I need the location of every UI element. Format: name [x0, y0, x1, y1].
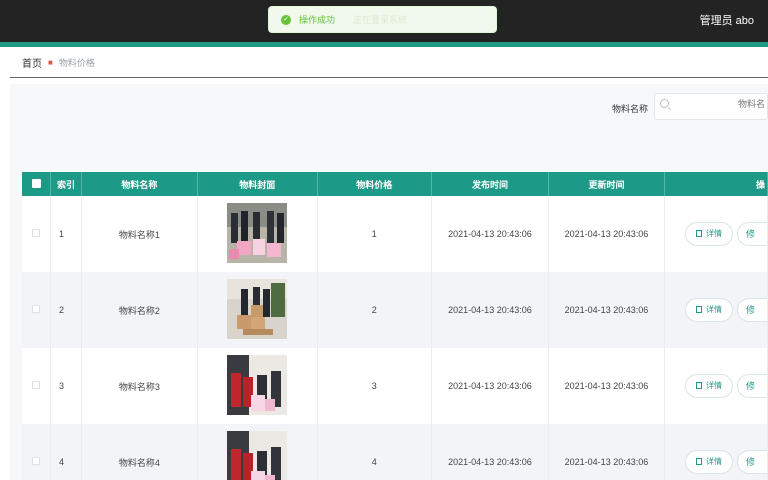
header-published: 发布时间 [431, 172, 549, 196]
row-cover-cell [197, 424, 318, 480]
cover-image[interactable] [227, 203, 288, 263]
row-select-cell [22, 424, 52, 480]
row-checkbox[interactable] [32, 229, 40, 237]
detail-button[interactable]: 详情 [684, 374, 733, 398]
header-price: 物料价格 [317, 172, 432, 196]
cover-photo-1 [227, 203, 288, 263]
table-row: 4 物料名称4 4 2021-04-13 20:43:06 2021-04-13… [22, 424, 768, 480]
edit-label: 修 [745, 457, 755, 467]
document-icon [695, 230, 702, 237]
row-select-cell [22, 272, 52, 348]
search-label: 物料名称 [612, 104, 649, 114]
success-toast: ✓ 操作成功 正在登录系统 [268, 6, 497, 33]
row-cover-cell [197, 196, 318, 272]
row-updated: 2021-04-13 20:43:06 [548, 424, 665, 480]
edit-label: 修 [745, 229, 755, 239]
row-select-cell [22, 196, 52, 272]
detail-label: 详情 [705, 305, 722, 314]
header-updated: 更新时间 [548, 172, 665, 196]
row-index: 2 [50, 272, 82, 348]
select-all-cell [22, 172, 52, 196]
row-index: 4 [50, 424, 82, 480]
breadcrumb: 首页 ■ 物料价格 [10, 48, 768, 78]
row-published: 2021-04-13 20:43:06 [431, 348, 549, 424]
toast-ghost-text: 正在登录系统 [353, 15, 408, 25]
price-table: 索引 物料名称 物料封面 物料价格 发布时间 更新时间 操 1 物料名称1 1 … [22, 172, 768, 480]
row-updated: 2021-04-13 20:43:06 [548, 196, 665, 272]
row-checkbox[interactable] [32, 305, 40, 313]
user-label[interactable]: 管理员 abo [700, 12, 754, 28]
row-checkbox[interactable] [32, 381, 40, 389]
row-index: 1 [50, 196, 82, 272]
row-price: 2 [317, 272, 432, 348]
check-circle-icon: ✓ [281, 14, 291, 25]
detail-label: 详情 [705, 381, 722, 390]
detail-label: 详情 [705, 229, 722, 238]
cover-image[interactable] [227, 279, 288, 339]
document-icon [695, 306, 702, 313]
edit-label: 修 [745, 305, 755, 315]
row-price: 4 [317, 424, 432, 480]
edit-label: 修 [745, 381, 755, 391]
cover-image[interactable] [227, 355, 288, 415]
row-select-cell [22, 348, 52, 424]
row-published: 2021-04-13 20:43:06 [431, 196, 549, 272]
select-all-checkbox[interactable] [31, 178, 41, 188]
row-cover-cell [197, 348, 318, 424]
row-name: 物料名称4 [81, 424, 199, 480]
row-price: 1 [317, 196, 432, 272]
row-name: 物料名称3 [81, 348, 199, 424]
detail-button[interactable]: 详情 [684, 450, 733, 474]
main-content: 物料名称 索引 物料名称 物料封面 物料价格 发布时间 更新时间 操 1 [10, 84, 768, 480]
row-published: 2021-04-13 20:43:06 [431, 272, 549, 348]
edit-button[interactable]: 修 [736, 450, 767, 474]
header-actions: 操 [664, 172, 768, 196]
row-actions: 详情 修 [664, 272, 768, 348]
row-price: 3 [317, 348, 432, 424]
cover-image[interactable] [227, 431, 288, 480]
table-header-row: 索引 物料名称 物料封面 物料价格 发布时间 更新时间 操 [22, 172, 768, 196]
document-icon [695, 458, 702, 465]
row-published: 2021-04-13 20:43:06 [431, 424, 549, 480]
breadcrumb-current: 物料价格 [58, 58, 95, 68]
breadcrumb-home[interactable]: 首页 [22, 55, 42, 70]
row-updated: 2021-04-13 20:43:06 [548, 272, 665, 348]
cover-photo-3 [227, 355, 288, 415]
detail-button[interactable]: 详情 [684, 298, 733, 322]
home-icon: ■ [48, 58, 53, 67]
row-actions: 详情 修 [664, 348, 768, 424]
row-name: 物料名称2 [81, 272, 199, 348]
detail-button[interactable]: 详情 [684, 222, 733, 246]
edit-button[interactable]: 修 [736, 374, 767, 398]
toast-message: 操作成功 [299, 15, 336, 25]
search-field[interactable] [654, 93, 768, 120]
table-row: 3 物料名称3 3 2021-04-13 20:43:06 2021-04-13… [22, 348, 768, 424]
row-actions: 详情 修 [664, 424, 768, 480]
edit-button[interactable]: 修 [736, 298, 767, 322]
row-name: 物料名称1 [81, 196, 199, 272]
row-checkbox[interactable] [32, 457, 40, 465]
row-cover-cell [197, 272, 318, 348]
row-actions: 详情 修 [664, 196, 768, 272]
header-index: 索引 [50, 172, 82, 196]
cover-photo-4 [227, 431, 288, 480]
table-row: 1 物料名称1 1 2021-04-13 20:43:06 2021-04-13… [22, 196, 768, 272]
edit-button[interactable]: 修 [736, 222, 767, 246]
row-updated: 2021-04-13 20:43:06 [548, 348, 665, 424]
search-input[interactable] [677, 99, 765, 109]
document-icon [695, 382, 702, 389]
detail-label: 详情 [705, 457, 722, 466]
header-name: 物料名称 [81, 172, 199, 196]
header-cover: 物料封面 [197, 172, 318, 196]
cover-photo-2 [227, 279, 288, 339]
search-icon [660, 99, 669, 108]
row-index: 3 [50, 348, 82, 424]
table-row: 2 物料名称2 2 2021-04-13 20:43:06 2021-04-13… [22, 272, 768, 348]
top-accent-line [0, 42, 768, 47]
